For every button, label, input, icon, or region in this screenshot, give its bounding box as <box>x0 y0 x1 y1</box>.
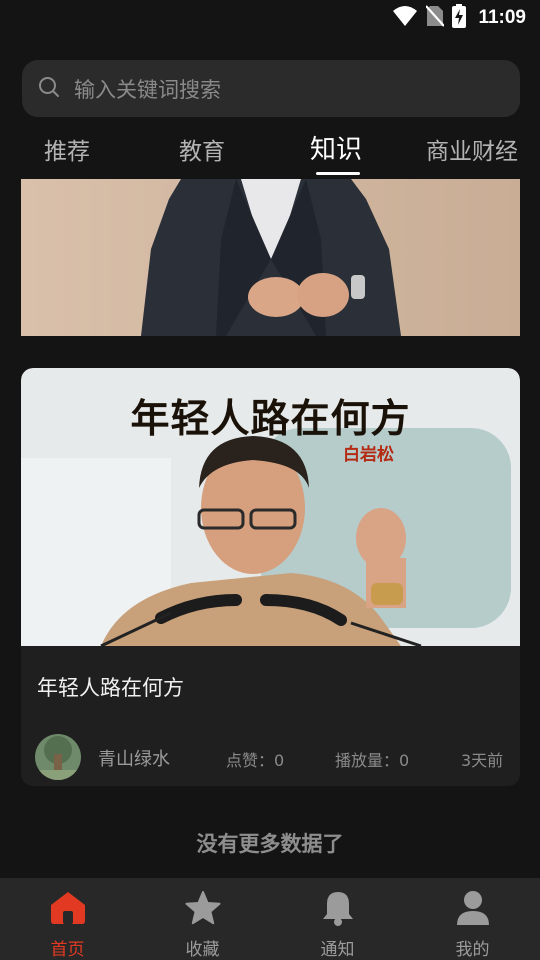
publish-time: 3天前 <box>461 751 504 770</box>
thumbnail-title: 年轻人路在何方 <box>130 396 411 442</box>
nav-home[interactable]: 首页 <box>0 878 135 960</box>
thumbnail-subtitle: 白岩松 <box>343 445 394 465</box>
play-count: 播放量：0 <box>335 751 410 770</box>
nav-home-label: 首页 <box>50 940 85 960</box>
video-card[interactable]: 年轻人路在何方 白岩松 年轻人路在何方 青山绿水 点赞：0 播放量：0 3天前 <box>21 368 520 786</box>
nav-profile[interactable]: 我的 <box>405 878 540 960</box>
nav-notifications[interactable]: 通知 <box>270 878 405 960</box>
tab-indicator <box>316 172 360 175</box>
category-tabs: 推荐 教育 知识 商业财经 <box>0 128 540 176</box>
nav-favorites-label: 收藏 <box>185 940 220 960</box>
nav-notifications-label: 通知 <box>320 940 355 960</box>
star-icon <box>185 889 221 927</box>
wifi-icon <box>392 5 418 31</box>
video-meta: 青山绿水 点赞：0 播放量：0 3天前 <box>35 734 506 780</box>
bell-icon <box>322 889 354 927</box>
person-icon <box>456 889 490 927</box>
bottom-nav: 首页 收藏 通知 我的 <box>0 878 540 960</box>
tab-business-finance[interactable]: 商业财经 <box>426 132 518 166</box>
end-of-list-text: 没有更多数据了 <box>196 832 344 856</box>
home-icon <box>50 889 86 927</box>
video-card-thumbnail-partial[interactable] <box>21 179 520 336</box>
tab-recommend[interactable]: 推荐 <box>44 132 90 166</box>
status-time: 11:09 <box>478 7 526 28</box>
search-placeholder: 输入关键词搜索 <box>74 77 221 102</box>
video-title[interactable]: 年轻人路在何方 <box>37 672 184 702</box>
nav-favorites[interactable]: 收藏 <box>135 878 270 960</box>
status-bar: 11:09 <box>0 0 540 38</box>
tab-knowledge[interactable]: 知识 <box>310 129 362 166</box>
search-input[interactable]: 输入关键词搜索 <box>22 60 520 117</box>
battery-charging-icon <box>452 4 467 32</box>
status-icons: 11:09 <box>392 4 526 32</box>
avatar[interactable] <box>35 734 81 780</box>
like-count: 点赞：0 <box>226 751 285 770</box>
tab-education[interactable]: 教育 <box>179 132 225 166</box>
nav-profile-label: 我的 <box>455 940 490 960</box>
no-sim-icon <box>425 5 446 31</box>
video-thumbnail[interactable]: 年轻人路在何方 白岩松 <box>21 368 520 646</box>
search-icon <box>38 76 60 102</box>
author-name[interactable]: 青山绿水 <box>98 745 170 771</box>
